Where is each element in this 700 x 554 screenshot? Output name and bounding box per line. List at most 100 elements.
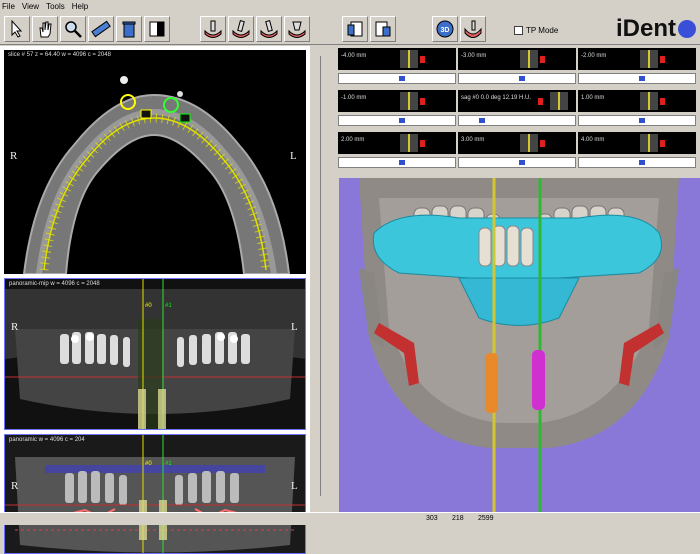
cross-section-cell[interactable]: 2.00 mm [338,132,456,172]
tp-mode-checkbox[interactable]: TP Mode [514,26,558,35]
left-orientation-label: L [291,480,298,492]
slider-thumb[interactable] [399,118,405,123]
axial-scan-image [22,76,291,274]
3d-view[interactable] [339,178,700,512]
cross-section-image[interactable]: -1.00 mm [338,90,456,112]
delete-tool-button[interactable] [116,16,142,42]
slice-marker-icon [660,140,665,147]
cross-section-image[interactable]: -4.00 mm [338,48,456,70]
slice-axis-line [648,50,650,68]
slice-slider[interactable] [578,157,696,168]
menu-help[interactable]: Help [72,2,88,11]
cross-section-image[interactable]: -2.00 mm [578,48,696,70]
slice-marker-icon [538,98,543,105]
menu-view[interactable]: View [22,2,39,11]
slider-thumb[interactable] [399,160,405,165]
jaw-implant-icon [232,20,250,38]
vertical-scrollbar[interactable] [311,46,335,512]
slider-thumb[interactable] [639,118,645,123]
cross-section-cell[interactable]: -4.00 mm [338,48,456,88]
left-pane: slice # 57 z = 64.40 w = 4096 c = 2048 R… [0,46,310,554]
print-button[interactable] [370,16,396,42]
slice-thumbnail [550,92,568,110]
slice-slider[interactable] [458,157,576,168]
scroll-track[interactable] [320,56,325,496]
implant-tool-button-3[interactable] [256,16,282,42]
toolbar: 3D [0,12,700,45]
ruler-icon [91,20,111,38]
slice-slider[interactable] [338,115,456,126]
jaw-view-button[interactable] [460,16,486,42]
panoramic-mip-view[interactable]: #0 #1 panoramic-mip w = 4096 c = 2048 R … [4,278,306,430]
axial-view[interactable]: slice # 57 z = 64.40 w = 4096 c = 2048 R… [4,50,306,274]
cross-section-image[interactable]: 2.00 mm [338,132,456,154]
cross-section-cell[interactable]: 3.00 mm [458,132,576,172]
select-tool-button[interactable] [4,16,30,42]
contrast-tool-button[interactable] [144,16,170,42]
implant-tool-button-2[interactable] [228,16,254,42]
ruler-tool-button[interactable] [88,16,114,42]
slider-thumb[interactable] [639,76,645,81]
slider-thumb[interactable] [399,76,405,81]
slice-marker-icon [660,98,665,105]
logo-text: iDent [616,15,676,42]
cross-section-image[interactable]: sag #0 0.0 deg 12.19 H.U. [458,90,576,112]
zoom-tool-button[interactable] [60,16,86,42]
jaw-implant-icon [204,20,222,38]
implant-tool-button-4[interactable] [284,16,310,42]
ident-logo: iDent [616,14,696,44]
cross-section-cell[interactable]: 1.00 mm [578,90,696,130]
slider-thumb[interactable] [479,118,485,123]
cross-section-image[interactable]: 1.00 mm [578,90,696,112]
jaw-implant-icon [288,21,306,38]
slider-thumb[interactable] [639,160,645,165]
cross-section-label: -2.00 mm [581,53,607,59]
status-bar: 303 218 2599 [0,512,700,525]
cross-section-image[interactable]: 4.00 mm [578,132,696,154]
cross-section-image[interactable]: -3.00 mm [458,48,576,70]
slice-slider[interactable] [578,115,696,126]
slice-thumbnail [400,134,418,152]
report-button[interactable] [342,16,368,42]
hand-icon [39,21,52,38]
cross-section-label: 3.00 mm [461,137,485,143]
slice-thumbnail [640,50,658,68]
cross-section-cell[interactable]: -1.00 mm [338,90,456,130]
svg-text:#1: #1 [165,303,172,309]
slider-thumb[interactable] [519,160,525,165]
hand-tool-button[interactable] [32,16,58,42]
slice-slider[interactable] [458,73,576,84]
panoramic-image: #0 #1 [5,435,305,553]
svg-text:#0: #0 [145,461,152,467]
jaw-icon [464,20,482,38]
slice-thumbnail [400,92,418,110]
slice-slider[interactable] [338,157,456,168]
cross-section-label: -3.00 mm [461,53,487,59]
cross-section-image[interactable]: 3.00 mm [458,132,576,154]
cross-section-cell[interactable]: -2.00 mm [578,48,696,88]
document-icon [347,21,363,37]
3d-skull-render [359,178,679,512]
slice-thumbnail [520,134,538,152]
panoramic-mip-image: #0 #1 [5,279,305,429]
jaw-implant-icon [260,20,278,38]
tp-mode-label: TP Mode [526,26,559,35]
implant-tool-button-1[interactable] [200,16,226,42]
slice-slider[interactable] [458,115,576,126]
cross-section-cell[interactable]: -3.00 mm [458,48,576,88]
menu-file[interactable]: File [2,2,15,11]
slice-axis-line [408,50,410,68]
cross-section-cell[interactable]: 4.00 mm [578,132,696,172]
cross-section-grid: -4.00 mm -3.00 mm -2.00 mm -1.00 mm sag #0 0… [336,46,700,176]
slider-thumb[interactable] [519,76,525,81]
3d-view-button[interactable]: 3D [432,16,458,42]
slice-slider[interactable] [338,73,456,84]
panoramic-header: panoramic w = 4096 c = 204 [9,437,85,443]
left-orientation-label: L [290,150,297,162]
checkbox-box[interactable] [514,26,523,35]
cross-section-cell[interactable]: sag #0 0.0 deg 12.19 H.U. [458,90,576,130]
panoramic-view[interactable]: #0 #1 panoramic w = 4096 c = 204 R L [4,434,306,554]
menu-tools[interactable]: Tools [46,2,65,11]
cross-section-label: -1.00 mm [341,95,367,101]
slice-slider[interactable] [578,73,696,84]
